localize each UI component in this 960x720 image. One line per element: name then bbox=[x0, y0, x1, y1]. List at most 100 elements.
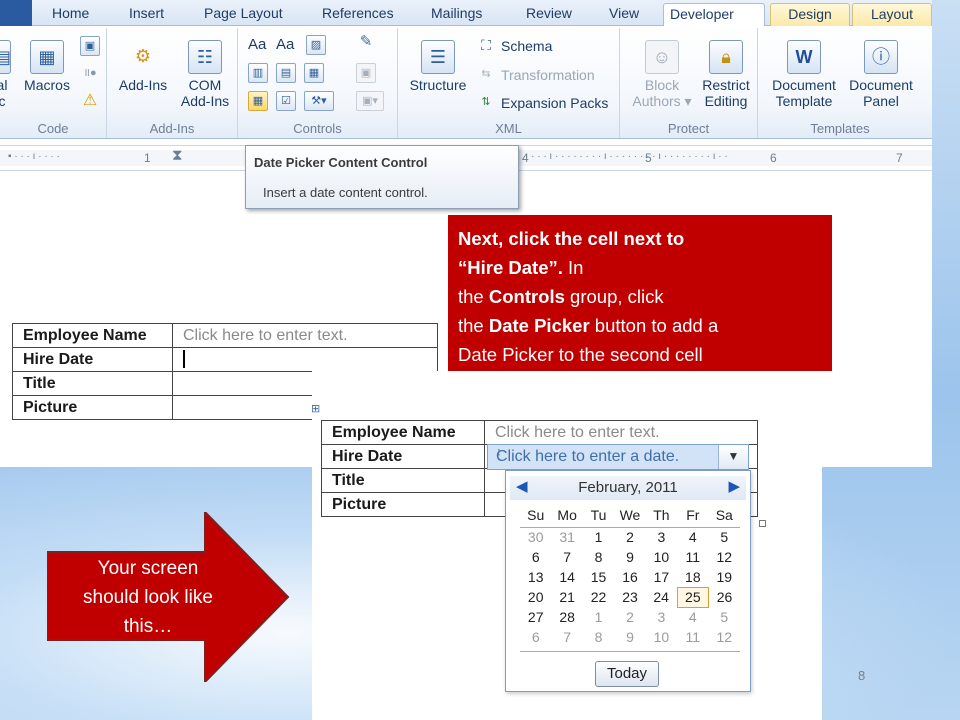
table-cell-value[interactable]: Click here to enter text. bbox=[172, 323, 438, 348]
calendar-day[interactable]: 7 bbox=[551, 547, 582, 567]
tab-home[interactable]: Home bbox=[46, 3, 95, 26]
macro-security-warning-icon[interactable]: ⚠ bbox=[80, 92, 100, 112]
calendar-day[interactable]: 9 bbox=[614, 627, 645, 647]
com-add-ins-button[interactable]: ☷ COM Add-Ins bbox=[173, 40, 237, 109]
calendar-day[interactable]: 18 bbox=[677, 567, 708, 587]
calendar-day[interactable]: 23 bbox=[614, 587, 645, 607]
next-month-icon[interactable]: ▶ bbox=[728, 477, 740, 495]
text-placeholder[interactable]: Click here to enter text. bbox=[495, 424, 660, 441]
document-panel-button[interactable]: ⓘ Document Panel bbox=[842, 40, 920, 109]
calendar-day[interactable]: 20 bbox=[520, 587, 551, 607]
plain-text-control-button[interactable]: Aa bbox=[276, 36, 294, 53]
calendar-day[interactable]: 11 bbox=[677, 547, 708, 567]
building-block-control-icon[interactable]: ▥ bbox=[248, 63, 268, 83]
calendar-day[interactable]: 30 bbox=[520, 527, 551, 547]
ruler-number: 7 bbox=[896, 151, 903, 165]
callout-text: Next, click the cell next to bbox=[458, 228, 685, 249]
calendar-day[interactable]: 2 bbox=[614, 607, 645, 627]
schema-button[interactable]: Schema bbox=[501, 38, 552, 54]
today-button[interactable]: Today bbox=[595, 661, 659, 687]
block-authors-button[interactable]: ☺ Block Authors ▾ bbox=[626, 40, 698, 109]
calendar-day[interactable]: 13 bbox=[520, 567, 551, 587]
calendar-day[interactable]: 9 bbox=[614, 547, 645, 567]
tab-page-layout[interactable]: Page Layout bbox=[198, 3, 289, 26]
date-placeholder[interactable]: Click here to enter a date. bbox=[496, 448, 679, 466]
calendar-day[interactable]: 28 bbox=[551, 607, 582, 627]
tab-review[interactable]: Review bbox=[520, 3, 578, 26]
macros-button[interactable]: ▦ Macros bbox=[20, 40, 74, 93]
calendar-day[interactable]: 19 bbox=[709, 567, 740, 587]
record-macro-icon[interactable]: ▣ bbox=[80, 36, 100, 56]
calendar-day[interactable]: 10 bbox=[646, 547, 677, 567]
group-controls-icon[interactable]: ▣▾ bbox=[356, 91, 384, 111]
calendar-day[interactable]: 3 bbox=[646, 527, 677, 547]
callout-text: button to add a bbox=[589, 315, 719, 336]
pause-recording-icon[interactable]: ॥● bbox=[80, 64, 100, 84]
calendar-day[interactable]: 4 bbox=[677, 607, 708, 627]
calendar-day[interactable]: 11 bbox=[677, 627, 708, 647]
date-picker-control-icon[interactable]: ▦ bbox=[248, 91, 268, 111]
calendar-day[interactable]: 3 bbox=[646, 607, 677, 627]
calendar-day[interactable]: 2 bbox=[614, 527, 645, 547]
calendar-day[interactable]: 5 bbox=[709, 527, 740, 547]
tab-developer[interactable]: Developer bbox=[663, 3, 765, 26]
indent-marker-icon[interactable]: ⧗ bbox=[172, 147, 183, 164]
tab-references[interactable]: References bbox=[316, 3, 400, 26]
combo-box-control-icon[interactable]: ▤ bbox=[276, 63, 296, 83]
structure-button[interactable]: ☰ Structure bbox=[404, 40, 472, 93]
calendar-day[interactable]: 21 bbox=[551, 587, 582, 607]
calendar-day[interactable]: 6 bbox=[520, 547, 551, 567]
macros-label: Macros bbox=[24, 77, 70, 93]
legacy-tools-icon[interactable]: ⚒▾ bbox=[304, 91, 334, 111]
transformation-button[interactable]: Transformation bbox=[501, 67, 595, 83]
table-cell-value[interactable]: Click here to enter text. bbox=[484, 420, 758, 445]
visual-basic-button[interactable]: ▤ al c bbox=[0, 40, 12, 109]
calendar-day[interactable]: 4 bbox=[677, 527, 708, 547]
calendar-day[interactable]: 7 bbox=[551, 627, 582, 647]
gear-icon: ⚙ bbox=[134, 46, 152, 66]
calendar-day[interactable]: 12 bbox=[709, 627, 740, 647]
calendar-week-row: 6 7 8 9 10 11 12 bbox=[520, 627, 740, 647]
calendar-day[interactable]: 8 bbox=[583, 547, 614, 567]
calendar-day[interactable]: 8 bbox=[583, 627, 614, 647]
calendar-day[interactable]: 25 bbox=[676, 586, 710, 608]
dropdown-arrow-icon[interactable]: ▼ bbox=[718, 445, 748, 469]
calendar-day[interactable]: 17 bbox=[646, 567, 677, 587]
tab-design[interactable]: Design bbox=[770, 3, 850, 26]
calendar-day[interactable]: 10 bbox=[646, 627, 677, 647]
calendar-day[interactable]: 1 bbox=[583, 527, 614, 547]
table-move-handle-icon[interactable]: ⊞ bbox=[311, 402, 320, 415]
calendar-day[interactable]: 6 bbox=[520, 627, 551, 647]
calendar-day[interactable]: 15 bbox=[583, 567, 614, 587]
calendar-day[interactable]: 27 bbox=[520, 607, 551, 627]
properties-icon[interactable]: ▣ bbox=[356, 63, 376, 83]
tab-mailings[interactable]: Mailings bbox=[425, 3, 488, 26]
calendar-day[interactable]: 14 bbox=[551, 567, 582, 587]
document-template-button[interactable]: W Document Template bbox=[764, 40, 844, 109]
hire-date-cell[interactable] bbox=[172, 347, 438, 372]
tab-insert[interactable]: Insert bbox=[123, 3, 170, 26]
design-mode-icon[interactable]: ✎ bbox=[356, 33, 376, 53]
tab-view[interactable]: View bbox=[603, 3, 645, 26]
calendar-day[interactable]: 31 bbox=[551, 527, 582, 547]
calendar-day[interactable]: 5 bbox=[709, 607, 740, 627]
tab-layout[interactable]: Layout bbox=[852, 3, 932, 26]
check-box-control-icon[interactable]: ☑ bbox=[276, 91, 296, 111]
calendar-day[interactable]: 1 bbox=[583, 607, 614, 627]
drop-down-list-control-icon[interactable]: ▦ bbox=[304, 63, 324, 83]
calendar-day[interactable]: 16 bbox=[614, 567, 645, 587]
calendar-day[interactable]: 12 bbox=[709, 547, 740, 567]
text-placeholder[interactable]: Click here to enter text. bbox=[183, 327, 348, 344]
add-ins-button[interactable]: ⚙ Add-Ins bbox=[113, 40, 173, 93]
date-picker-field[interactable]: ⋮ Click here to enter a date. ▼ bbox=[487, 444, 749, 470]
visual-basic-icon: ▤ bbox=[0, 40, 11, 74]
restrict-editing-button[interactable]: 🔒︎ Restrict Editing bbox=[696, 40, 756, 109]
expansion-packs-button[interactable]: Expansion Packs bbox=[501, 95, 608, 111]
calendar-day[interactable]: 26 bbox=[709, 587, 740, 607]
calendar-day[interactable]: 24 bbox=[646, 587, 677, 607]
table-resize-handle[interactable] bbox=[759, 520, 766, 527]
file-tab-edge[interactable] bbox=[0, 0, 32, 26]
rich-text-control-button[interactable]: Aa bbox=[248, 36, 266, 53]
picture-control-icon[interactable]: ▨ bbox=[306, 35, 326, 55]
calendar-day[interactable]: 22 bbox=[583, 587, 614, 607]
